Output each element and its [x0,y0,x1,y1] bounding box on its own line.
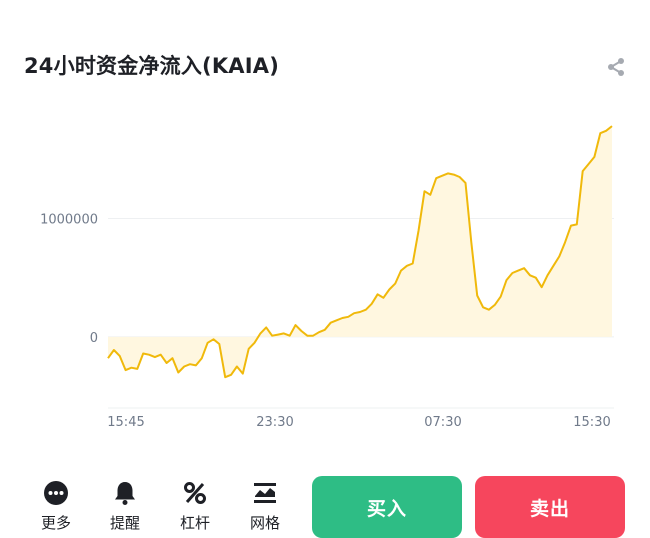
percent-icon [184,482,206,504]
x-tick-label: 23:30 [256,415,293,430]
share-button[interactable] [604,55,628,79]
alert-button[interactable]: 提醒 [95,480,155,538]
more-button[interactable]: 更多 [26,480,86,538]
grid-icon [254,483,276,503]
leverage-button[interactable]: 杠杆 [165,480,225,538]
share-icon [608,58,624,76]
y-tick-label: 0 [90,331,98,346]
series-area [108,126,612,378]
more-icon [44,481,68,505]
x-tick-label: 15:30 [573,415,610,430]
net-inflow-chart: 0 1000000 15:45 23:30 07:30 15:30 [40,125,614,430]
leverage-label: 杠杆 [179,514,210,532]
page-title: 24小时资金净流入(KAIA) [24,54,280,78]
sell-button[interactable]: 卖出 [475,476,625,538]
bell-icon [115,482,135,505]
more-label: 更多 [40,514,71,532]
x-tick-label: 15:45 [107,415,144,430]
bottom-action-bar: 更多 提醒 杠杆 网格 买入 卖出 [0,470,650,538]
grid-label: 网格 [249,514,280,532]
alert-label: 提醒 [109,514,140,532]
x-tick-label: 07:30 [424,415,461,430]
buy-button[interactable]: 买入 [312,476,462,538]
y-tick-label: 1000000 [40,212,98,227]
grid-button[interactable]: 网格 [235,480,295,538]
